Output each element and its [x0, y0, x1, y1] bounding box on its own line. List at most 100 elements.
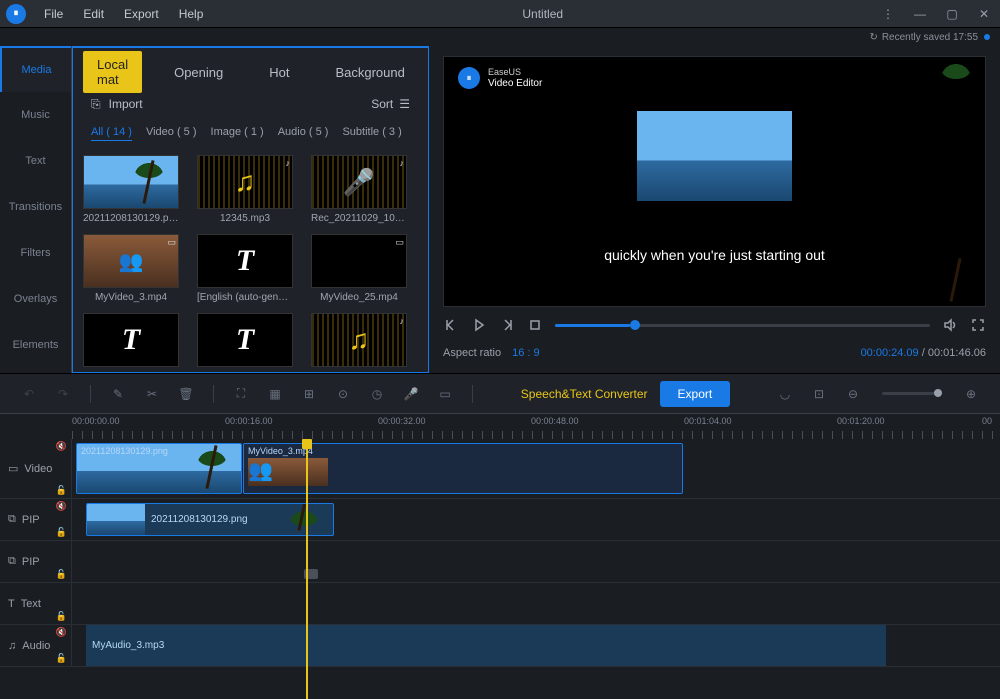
media-item[interactable]: ▭ MyVideo_3.mp4	[83, 234, 179, 303]
more-icon[interactable]: ⋮	[872, 0, 904, 28]
mute-icon[interactable]: 🔇	[56, 501, 67, 512]
fullscreen-button[interactable]	[970, 317, 986, 333]
media-item[interactable]: ♫♪	[311, 313, 407, 371]
thumbnail-recording: 🎤♪	[311, 155, 407, 209]
clip-pip[interactable]: 20211208130129.png	[86, 503, 334, 536]
voiceover-button[interactable]: 🎤	[400, 383, 422, 405]
track-content[interactable]: MyAudio_3.mp3	[72, 625, 1000, 666]
track-content[interactable]: 20211208130129.png MyVideo_3.mp4	[72, 439, 1000, 498]
tab-elements[interactable]: Elements	[0, 322, 71, 368]
lock-icon[interactable]: 🔓	[56, 653, 67, 664]
marker-button[interactable]: ◡	[774, 383, 796, 405]
media-item[interactable]: 🎤♪ Rec_20211029_1031...	[311, 155, 407, 224]
track-text: T Text 🔓	[0, 583, 1000, 625]
menu-file[interactable]: File	[34, 7, 73, 21]
media-item[interactable]: T	[83, 313, 179, 371]
cat-hot[interactable]: Hot	[255, 59, 303, 86]
mute-icon[interactable]: 🔇	[56, 441, 67, 452]
filter-image[interactable]: Image ( 1 )	[211, 126, 264, 141]
speech-text-link[interactable]: Speech&Text Converter	[521, 387, 648, 401]
maximize-icon[interactable]: ▢	[936, 0, 968, 28]
crop-button[interactable]: ⛶	[230, 383, 252, 405]
video-preview[interactable]: ⏸ EaseUS Video Editor quickly when you'r…	[443, 56, 986, 307]
cat-local[interactable]: Local mat	[83, 51, 142, 93]
lock-icon[interactable]: 🔓	[56, 485, 67, 496]
timeline-ruler[interactable]: 00:00:00.00 00:00:16.00 00:00:32.00 00:0…	[0, 413, 1000, 439]
import-icon: ⎘	[91, 97, 101, 112]
thumbnail-subtitle: T	[197, 313, 293, 367]
pip-track-icon: ⧉	[8, 513, 16, 526]
media-item[interactable]: T [English (auto-gener...	[197, 234, 293, 303]
tab-music[interactable]: Music	[0, 92, 71, 138]
lock-icon[interactable]: 🔓	[56, 527, 67, 538]
tab-filters[interactable]: Filters	[0, 230, 71, 276]
tab-transitions[interactable]: Transitions	[0, 184, 71, 230]
status-bar: Recently saved 17:55	[0, 28, 1000, 46]
record-button[interactable]: ⊙	[332, 383, 354, 405]
media-item[interactable]: ▭ MyVideo_25.mp4	[311, 234, 407, 303]
thumbnail-audio: ♫♪	[197, 155, 293, 209]
tab-overlays[interactable]: Overlays	[0, 276, 71, 322]
track-content[interactable]	[72, 541, 1000, 582]
brand-text: EaseUS Video Editor	[488, 67, 542, 90]
zoom-in-button[interactable]: ⊕	[960, 383, 982, 405]
sort-icon: ☰	[399, 97, 410, 111]
filter-all[interactable]: All ( 14 )	[91, 126, 132, 141]
media-item[interactable]: 20211208130129.png	[83, 155, 179, 224]
media-panel: Local mat Opening Hot Background ⎘ Impor…	[72, 46, 429, 373]
menu-export[interactable]: Export	[114, 7, 169, 21]
track-content[interactable]	[72, 583, 1000, 624]
apps-button[interactable]: ⊞	[298, 383, 320, 405]
filter-video[interactable]: Video ( 5 )	[146, 126, 197, 141]
menu-edit[interactable]: Edit	[73, 7, 114, 21]
track-pip: ⧉ PIP 🔇 🔓 20211208130129.png	[0, 499, 1000, 541]
duration-button[interactable]: ◷	[366, 383, 388, 405]
redo-button[interactable]: ↷	[52, 383, 74, 405]
tab-media[interactable]: Media	[0, 46, 71, 92]
filter-audio[interactable]: Audio ( 5 )	[278, 126, 329, 141]
thumbnail-subtitle: T	[197, 234, 293, 288]
import-button[interactable]: ⎘ Import	[91, 97, 143, 112]
clip-video[interactable]: MyVideo_3.mp4	[243, 443, 683, 494]
media-grid: 20211208130129.png ♫♪ 12345.mp3 🎤♪ Rec_2…	[73, 147, 428, 372]
edit-button[interactable]: ✎	[107, 383, 129, 405]
delete-button[interactable]: 🗑	[175, 383, 197, 405]
menu-help[interactable]: Help	[169, 7, 214, 21]
track-content[interactable]: 20211208130129.png	[72, 499, 1000, 540]
media-item[interactable]: ♫♪ 12345.mp3	[197, 155, 293, 224]
minimize-icon[interactable]: —	[904, 0, 936, 28]
clip-audio[interactable]: MyAudio_3.mp3	[86, 625, 886, 666]
cat-background[interactable]: Background	[321, 59, 418, 86]
zoom-slider[interactable]	[882, 392, 942, 395]
next-frame-button[interactable]	[499, 317, 515, 333]
cat-opening[interactable]: Opening	[160, 59, 237, 86]
undo-button[interactable]: ↶	[18, 383, 40, 405]
thumbnail-image	[83, 155, 179, 209]
progress-slider[interactable]	[555, 324, 930, 327]
play-button[interactable]	[471, 317, 487, 333]
save-indicator-icon	[984, 34, 990, 40]
mute-icon[interactable]: 🔇	[56, 627, 67, 638]
playhead[interactable]	[306, 439, 308, 699]
volume-button[interactable]	[942, 317, 958, 333]
lock-icon[interactable]: 🔓	[56, 611, 67, 622]
clip-video[interactable]: 20211208130129.png	[76, 443, 242, 494]
aspect-label: Aspect ratio	[443, 347, 501, 359]
split-button[interactable]: ✂	[141, 383, 163, 405]
zoom-out-button[interactable]: ⊖	[842, 383, 864, 405]
app-icon: ⏸	[6, 4, 26, 24]
sort-button[interactable]: Sort ☰	[371, 97, 410, 111]
fit-button[interactable]: ⊡	[808, 383, 830, 405]
export-button[interactable]: Export	[660, 381, 731, 407]
prev-frame-button[interactable]	[443, 317, 459, 333]
screenshot-button[interactable]: ▭	[434, 383, 456, 405]
close-icon[interactable]: ✕	[968, 0, 1000, 28]
stop-button[interactable]	[527, 317, 543, 333]
mosaic-button[interactable]: ▦	[264, 383, 286, 405]
aspect-value[interactable]: 16 : 9	[512, 347, 540, 359]
media-item[interactable]: T	[197, 313, 293, 371]
tab-text[interactable]: Text	[0, 138, 71, 184]
filter-subtitle[interactable]: Subtitle ( 3 )	[342, 126, 401, 141]
thumbnail-audio: ♫♪	[311, 313, 407, 367]
lock-icon[interactable]: 🔓	[56, 569, 67, 580]
